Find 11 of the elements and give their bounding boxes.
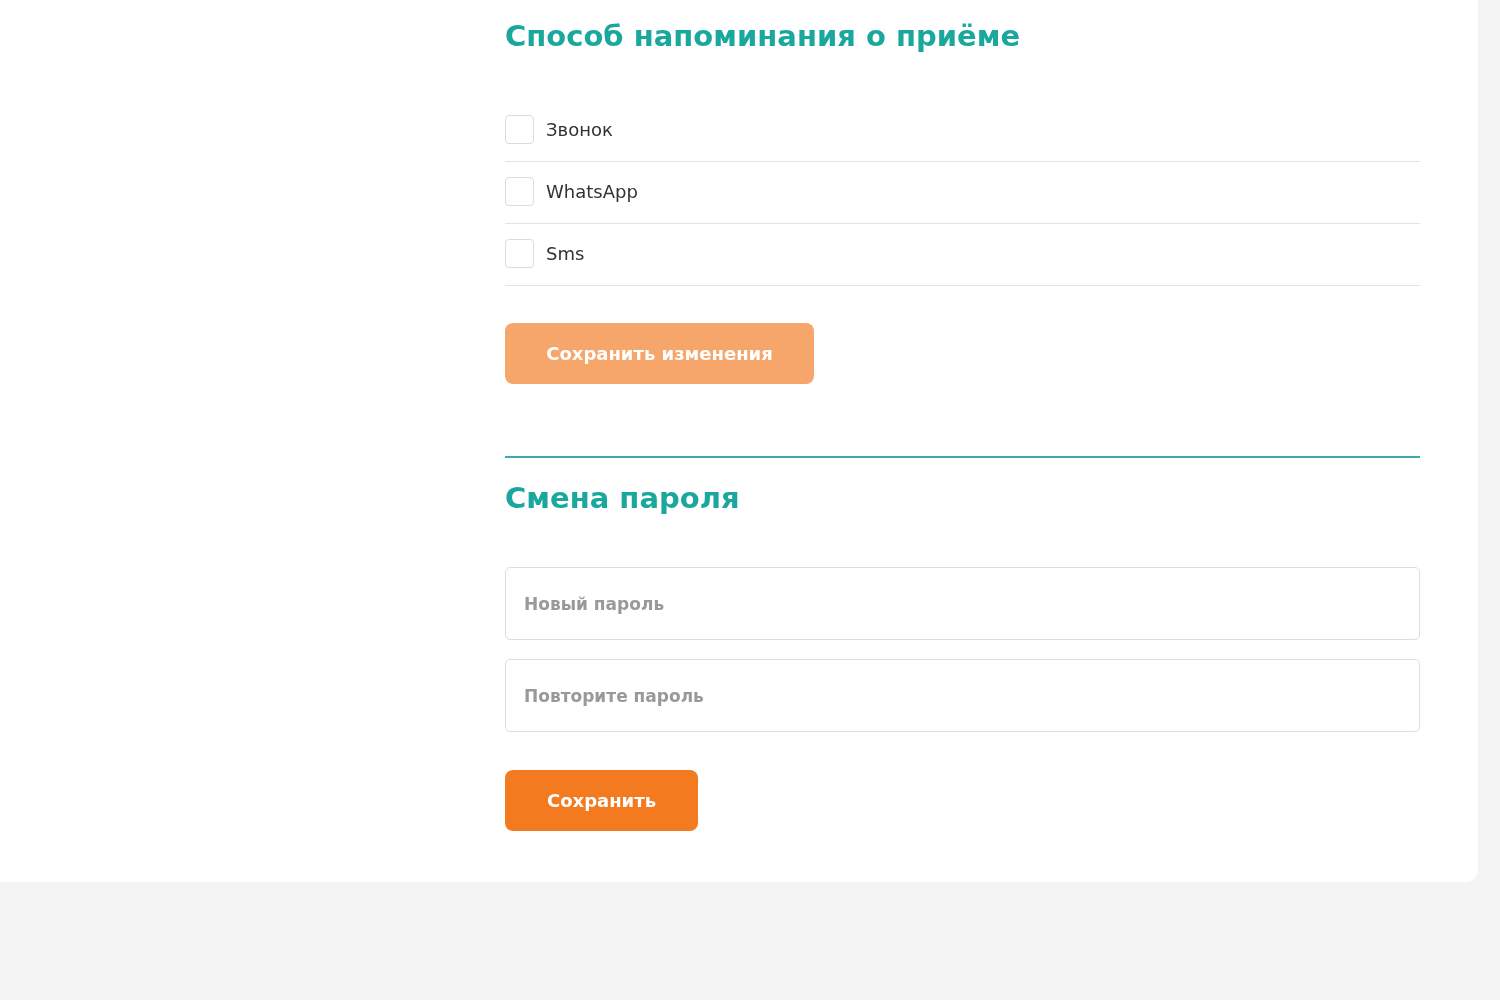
checkbox[interactable] [505, 177, 534, 206]
checkbox[interactable] [505, 239, 534, 268]
checkbox[interactable] [505, 115, 534, 144]
section-heading: Способ напоминания о приёме [505, 18, 1021, 55]
save-button[interactable]: Сохранить [505, 770, 698, 831]
option-label: Звонок [546, 119, 613, 140]
option-label: Sms [546, 243, 585, 264]
option-label: WhatsApp [546, 181, 638, 202]
password-field[interactable]: Новый пароль [505, 567, 1420, 640]
password-field[interactable]: Повторите пароль [505, 659, 1420, 732]
section-heading: Смена пароля [505, 480, 740, 517]
